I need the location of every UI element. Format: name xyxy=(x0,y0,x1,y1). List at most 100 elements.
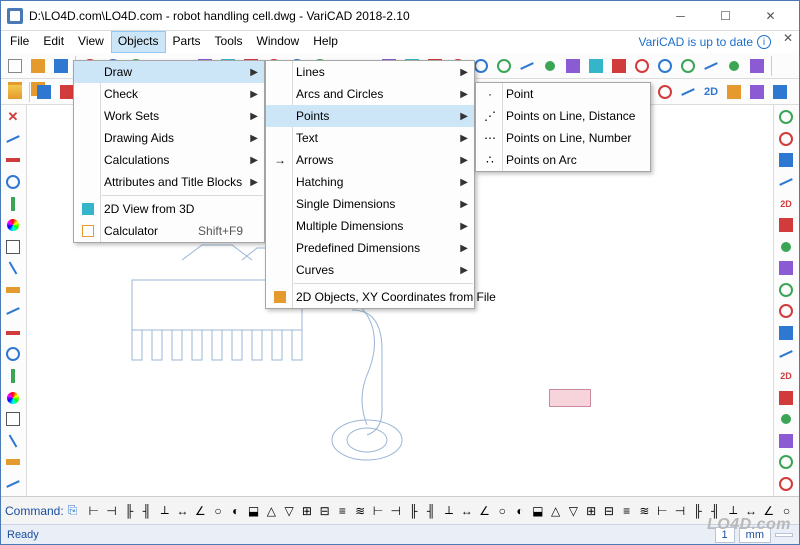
bottom-btn-18[interactable]: ╟ xyxy=(405,501,422,521)
menu-2d-from-3d[interactable]: 2D View from 3D xyxy=(74,198,264,220)
bottom-btn-0[interactable]: ⊢ xyxy=(85,501,102,521)
menu-arcs-circles[interactable]: Arcs and Circles▶ xyxy=(266,83,474,105)
bottom-btn-7[interactable]: ○ xyxy=(210,501,227,521)
menu-hatching[interactable]: Hatching▶ xyxy=(266,171,474,193)
right-btn-9[interactable] xyxy=(775,301,797,322)
menu-edit[interactable]: Edit xyxy=(36,31,71,53)
bottom-btn-19[interactable]: ╢ xyxy=(423,501,440,521)
left-btn-0[interactable] xyxy=(2,129,24,150)
menu-tools[interactable]: Tools xyxy=(208,31,250,53)
new-icon[interactable] xyxy=(4,55,26,77)
menu-worksets[interactable]: Work Sets▶ xyxy=(74,105,264,127)
left-btn-11[interactable] xyxy=(2,366,24,387)
bottom-btn-3[interactable]: ╢ xyxy=(139,501,156,521)
bottom-btn-1[interactable]: ⊣ xyxy=(103,501,120,521)
bottom-btn-10[interactable]: △ xyxy=(263,501,280,521)
menu-calculations[interactable]: Calculations▶ xyxy=(74,149,264,171)
menu-points[interactable]: Points▶ xyxy=(266,105,474,127)
toolbar1-btn-18[interactable] xyxy=(493,55,515,77)
minimize-button[interactable]: ─ xyxy=(658,2,703,30)
right-btn-15[interactable] xyxy=(775,430,797,451)
toolbar2-btn-32[interactable] xyxy=(769,81,791,103)
right-btn-17[interactable] xyxy=(775,474,797,495)
command-insert-icon[interactable]: ⎘ xyxy=(68,503,78,518)
toolbar1-btn-26[interactable] xyxy=(677,55,699,77)
bottom-btn-6[interactable]: ∠ xyxy=(192,501,209,521)
toolbar1-btn-23[interactable] xyxy=(608,55,630,77)
left-btn-12[interactable] xyxy=(2,387,24,408)
right-btn-7[interactable] xyxy=(775,258,797,279)
menu-single-dim[interactable]: Single Dimensions▶ xyxy=(266,193,474,215)
toolbar1-btn-22[interactable] xyxy=(585,55,607,77)
right-btn-1[interactable] xyxy=(775,129,797,150)
right-btn-2[interactable] xyxy=(775,150,797,171)
bottom-btn-20[interactable]: ⟂ xyxy=(441,501,458,521)
close-button[interactable]: ✕ xyxy=(748,2,793,30)
menu-help[interactable]: Help xyxy=(306,31,345,53)
toolbar1-btn-20[interactable] xyxy=(539,55,561,77)
maximize-button[interactable]: ☐ xyxy=(703,2,748,30)
right-btn-10[interactable] xyxy=(775,323,797,344)
bottom-btn-21[interactable]: ↔ xyxy=(458,501,475,521)
menu-view[interactable]: View xyxy=(71,31,111,53)
bottom-btn-12[interactable]: ⊞ xyxy=(298,501,315,521)
menu-check[interactable]: Check▶ xyxy=(74,83,264,105)
left-btn-2[interactable] xyxy=(2,172,24,193)
left-btn-8[interactable] xyxy=(2,301,24,322)
right-btn-13[interactable] xyxy=(775,387,797,408)
right-btn-3[interactable] xyxy=(775,172,797,193)
menu-curves[interactable]: Curves▶ xyxy=(266,259,474,281)
update-status[interactable]: VariCAD is up to date i xyxy=(639,31,776,53)
open-icon[interactable] xyxy=(27,55,49,77)
left-btn-4[interactable] xyxy=(2,215,24,236)
toolbar2-btn-0[interactable] xyxy=(33,81,55,103)
left-btn-15[interactable] xyxy=(2,452,24,473)
toolbar1-btn-29[interactable] xyxy=(746,55,768,77)
toolbar1-btn-25[interactable] xyxy=(654,55,676,77)
menu-calculator[interactable]: CalculatorShift+F9 xyxy=(74,220,264,242)
bottom-btn-17[interactable]: ⊣ xyxy=(387,501,404,521)
menu-2d-from-file[interactable]: 2D Objects, XY Coordinates from File xyxy=(266,286,474,308)
bottom-btn-31[interactable]: ≋ xyxy=(636,501,653,521)
save-icon[interactable] xyxy=(50,55,72,77)
left-btn-1[interactable] xyxy=(2,150,24,171)
left-btn-7[interactable] xyxy=(2,280,24,301)
bottom-btn-27[interactable]: ▽ xyxy=(565,501,582,521)
menu-window[interactable]: Window xyxy=(250,31,307,53)
bottom-btn-23[interactable]: ○ xyxy=(494,501,511,521)
toolbar1-btn-27[interactable] xyxy=(700,55,722,77)
bottom-btn-5[interactable]: ↔ xyxy=(174,501,191,521)
toolbar2-btn-31[interactable] xyxy=(746,81,768,103)
bottom-btn-8[interactable]: ◐ xyxy=(227,501,244,521)
right-btn-5[interactable] xyxy=(775,215,797,236)
right-btn-14[interactable] xyxy=(775,409,797,430)
menu-points-line-distance[interactable]: ⋰Points on Line, Distance xyxy=(476,105,650,127)
toolbar1-btn-19[interactable] xyxy=(516,55,538,77)
bottom-btn-30[interactable]: ≡ xyxy=(618,501,635,521)
toolbar1-btn-24[interactable] xyxy=(631,55,653,77)
left-btn-14[interactable] xyxy=(2,430,24,451)
menu-multiple-dim[interactable]: Multiple Dimensions▶ xyxy=(266,215,474,237)
bottom-btn-25[interactable]: ⬓ xyxy=(529,501,546,521)
bottom-btn-32[interactable]: ⊢ xyxy=(654,501,671,521)
right-btn-8[interactable] xyxy=(775,280,797,301)
left-btn-5[interactable] xyxy=(2,236,24,257)
right-btn-4[interactable]: 2D xyxy=(775,193,797,214)
bottom-btn-24[interactable]: ◐ xyxy=(512,501,529,521)
menu-arrows[interactable]: →Arrows▶ xyxy=(266,149,474,171)
toolbar1-btn-21[interactable] xyxy=(562,55,584,77)
bottom-btn-22[interactable]: ∠ xyxy=(476,501,493,521)
bottom-btn-29[interactable]: ⊟ xyxy=(601,501,618,521)
bottom-btn-2[interactable]: ╟ xyxy=(121,501,138,521)
menu-objects[interactable]: Objects xyxy=(111,31,166,53)
bottom-btn-26[interactable]: △ xyxy=(547,501,564,521)
left-btn-9[interactable] xyxy=(2,323,24,344)
left-btn-6[interactable] xyxy=(2,258,24,279)
toolbar1-btn-28[interactable] xyxy=(723,55,745,77)
bottom-btn-11[interactable]: ▽ xyxy=(281,501,298,521)
bottom-btn-33[interactable]: ⊣ xyxy=(672,501,689,521)
menu-drawing-aids[interactable]: Drawing Aids▶ xyxy=(74,127,264,149)
panel-close-icon[interactable]: ✕ xyxy=(779,31,797,53)
right-btn-16[interactable] xyxy=(775,452,797,473)
bottom-btn-16[interactable]: ⊢ xyxy=(370,501,387,521)
